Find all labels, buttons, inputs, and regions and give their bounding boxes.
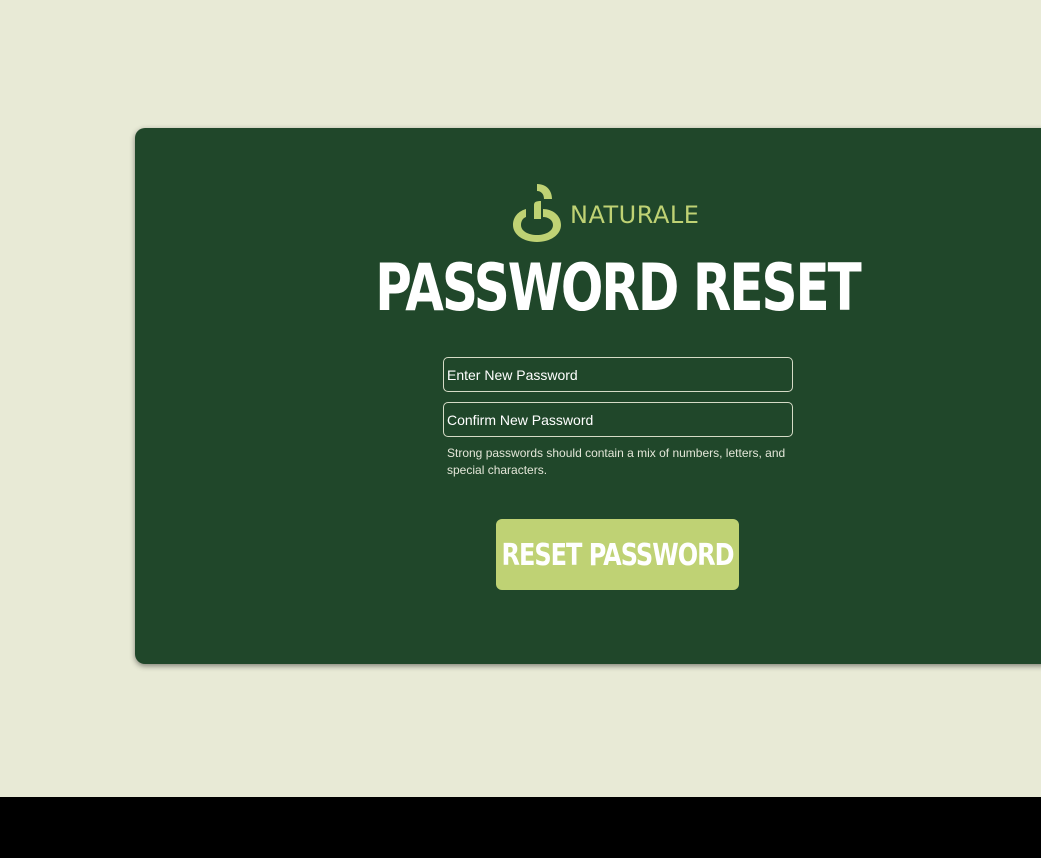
- brand-logo: NATURALE: [512, 181, 699, 243]
- brand-name: NATURALE: [570, 201, 700, 229]
- page: NATURALE PASSWORD RESET Strong passwords…: [0, 0, 1041, 858]
- new-password-field[interactable]: [443, 357, 793, 392]
- confirm-password-field[interactable]: [443, 402, 793, 437]
- page-title: PASSWORD RESET: [375, 250, 862, 326]
- reset-password-button-label: RESET PASSWORD: [501, 537, 734, 572]
- reset-password-button[interactable]: RESET PASSWORD: [496, 519, 739, 590]
- leaf-sprout-icon: [513, 184, 561, 242]
- password-hint: Strong passwords should contain a mix of…: [447, 446, 786, 477]
